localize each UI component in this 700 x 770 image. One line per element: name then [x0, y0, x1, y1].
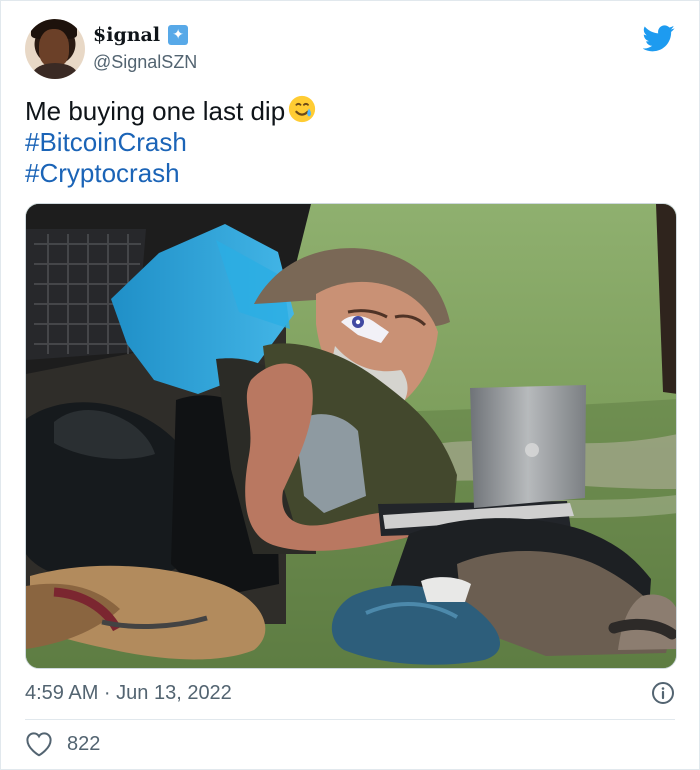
tweet-body: Me buying one last dip #BitcoinCrash #Cr… — [25, 94, 665, 189]
like-count: 822 — [67, 733, 101, 755]
action-divider — [25, 719, 675, 720]
avatar-face — [39, 29, 69, 67]
like-action[interactable]: 822 — [25, 731, 100, 757]
tweet-text-line: Me buying one last dip — [25, 94, 665, 127]
twitter-bird-icon[interactable] — [643, 22, 675, 54]
hashtag-cryptocrash[interactable]: #Cryptocrash — [25, 158, 665, 189]
avatar-shirt — [33, 63, 77, 79]
username-handle[interactable]: @SignalSZN — [93, 51, 197, 73]
heart-icon[interactable] — [25, 731, 53, 757]
star-rocket-icon: ✦ — [168, 25, 189, 45]
tweet-card: $ignal ✦ @SignalSZN Me buying one last d… — [0, 0, 700, 770]
tweet-image[interactable] — [25, 203, 677, 669]
smiling-face-with-tear-icon — [289, 95, 316, 123]
author-info: $ignal ✦ @SignalSZN — [93, 23, 197, 73]
display-name-row[interactable]: $ignal ✦ — [93, 23, 197, 47]
display-name[interactable]: $ignal — [93, 23, 160, 47]
tweet-header: $ignal ✦ @SignalSZN — [25, 19, 675, 81]
hashtag-bitcoincrash[interactable]: #BitcoinCrash — [25, 127, 665, 158]
avatar[interactable] — [25, 19, 85, 79]
tweet-photo-illustration — [26, 204, 676, 668]
tweet-text: Me buying one last dip — [25, 96, 286, 126]
info-icon[interactable] — [651, 681, 675, 705]
tweet-timestamp[interactable]: 4:59 AM · Jun 13, 2022 — [25, 681, 232, 705]
